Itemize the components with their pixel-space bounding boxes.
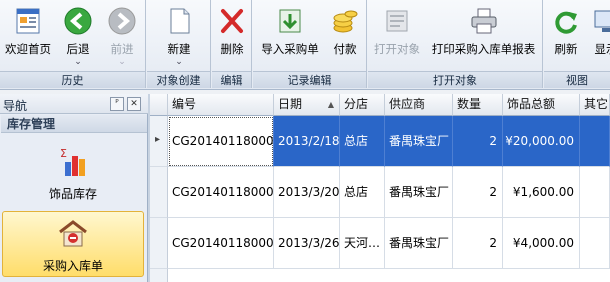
- column-header-date-label: 日期: [278, 97, 303, 111]
- cell-id[interactable]: CG201401180003: [168, 167, 274, 218]
- print-report-button-label: 打印采购入库单报表: [431, 42, 536, 56]
- forward-button-label: 前进: [110, 42, 134, 56]
- close-icon[interactable]: ✕: [127, 97, 141, 111]
- cell-date[interactable]: 2013/3/26: [274, 218, 340, 269]
- back-dropdown-icon[interactable]: ⌄: [56, 57, 100, 67]
- forward-dropdown-icon[interactable]: ⌄: [100, 57, 144, 67]
- refresh-button-label: 刷新: [554, 42, 578, 56]
- new-button-label: 新建: [167, 42, 191, 56]
- ribbon-group-title: 打开对象: [368, 71, 542, 88]
- ribbon-group-edit: 删除 编辑: [212, 0, 252, 88]
- cell-id[interactable]: CG201401180001: [168, 116, 274, 167]
- cell-amount[interactable]: ¥20,000.00: [503, 116, 580, 167]
- delete-button-label: 删除: [220, 42, 244, 56]
- pin-icon[interactable]: ᴾ: [110, 97, 124, 111]
- svg-text:Σ: Σ: [60, 147, 67, 160]
- ribbon-toolbar: 欢迎首页 后退 ⌄ 前进 ⌄ 历史 新建 ⌄ 对象创建 删除 编辑 导入采购单 …: [0, 0, 610, 90]
- ribbon-group-history: 欢迎首页 后退 ⌄ 前进 ⌄ 历史: [0, 0, 146, 88]
- row-indicator-header: [150, 94, 168, 116]
- back-button[interactable]: 后退 ⌄: [56, 2, 100, 70]
- column-header-date[interactable]: 日期 ▲: [274, 94, 340, 116]
- ribbon-group-create: 新建 ⌄ 对象创建: [147, 0, 211, 88]
- row-indicator[interactable]: ▸: [150, 116, 168, 167]
- nav-item-purchase-inbound[interactable]: 采购入库单: [2, 211, 144, 277]
- cell-id[interactable]: CG201401180002: [168, 218, 274, 269]
- column-header-quantity[interactable]: 数量: [453, 94, 503, 116]
- ribbon-group-view: 刷新 显示 视图: [544, 0, 610, 88]
- ribbon-group-title: 对象创建: [147, 71, 210, 88]
- nav-group-inventory[interactable]: 库存管理: [1, 115, 147, 133]
- cell-date[interactable]: 2013/2/18: [274, 116, 340, 167]
- row-indicator[interactable]: [150, 167, 168, 218]
- ribbon-group-title: 编辑: [212, 71, 251, 88]
- row-indicator[interactable]: [150, 269, 168, 282]
- cell-other[interactable]: [580, 167, 610, 218]
- import-purchase-order-button[interactable]: 导入采购单: [255, 2, 325, 70]
- home-icon: [16, 8, 40, 34]
- navigation-pane: 导航 ᴾ ✕ 库存管理 Σ 饰品库存 采购入库单: [0, 94, 148, 282]
- new-dropdown-icon[interactable]: ⌄: [151, 57, 207, 67]
- cell-supplier[interactable]: 番禺珠宝厂: [385, 116, 453, 167]
- import-icon: [279, 9, 301, 33]
- cell-quantity[interactable]: 2: [453, 218, 503, 269]
- arrow-right-icon: [108, 7, 136, 35]
- import-button-label: 导入采购单: [261, 42, 319, 56]
- cell-supplier[interactable]: 番禺珠宝厂: [385, 218, 453, 269]
- refresh-button[interactable]: 刷新: [546, 2, 586, 70]
- navigation-header: 导航 ᴾ ✕: [0, 94, 148, 114]
- warehouse-icon: [59, 220, 87, 247]
- column-header-other[interactable]: 其它: [580, 94, 610, 116]
- row-indicator[interactable]: [150, 218, 168, 269]
- nav-item-jewelry-stock[interactable]: Σ 饰品库存: [2, 140, 144, 206]
- display-icon: [594, 10, 610, 32]
- coins-icon: [333, 10, 358, 33]
- display-button[interactable]: 显示: [586, 2, 610, 70]
- home-button[interactable]: 欢迎首页: [2, 2, 54, 70]
- column-header-amount[interactable]: 饰品总额: [503, 94, 580, 116]
- cell-branch[interactable]: 天河…: [340, 218, 385, 269]
- cell-quantity[interactable]: 2: [453, 116, 503, 167]
- navigation-title: 导航: [3, 99, 28, 113]
- refresh-icon: [555, 11, 577, 34]
- nav-item-label: 饰品库存: [48, 187, 97, 201]
- pay-button[interactable]: 付款: [325, 2, 365, 70]
- cell-other[interactable]: [580, 116, 610, 167]
- sort-ascending-icon: ▲: [327, 100, 334, 109]
- back-button-label: 后退: [66, 42, 90, 56]
- ribbon-group-open-object: 打开对象 打印采购入库单报表 打开对象: [368, 0, 543, 88]
- open-object-button[interactable]: 打开对象: [370, 2, 424, 70]
- ribbon-group-title: 视图: [544, 71, 610, 88]
- column-header-branch[interactable]: 分店: [340, 94, 385, 116]
- ribbon-group-record-edit: 导入采购单 付款 记录编辑: [253, 0, 367, 88]
- printer-icon: [471, 8, 496, 34]
- ribbon-group-title: 历史: [0, 71, 145, 88]
- column-header-id[interactable]: 编号: [168, 94, 274, 116]
- new-button[interactable]: 新建 ⌄: [151, 2, 207, 70]
- forward-button[interactable]: 前进 ⌄: [100, 2, 144, 70]
- cell-amount[interactable]: ¥1,600.00: [503, 167, 580, 218]
- delete-x-icon: [221, 9, 243, 33]
- cell-branch[interactable]: 总店: [340, 167, 385, 218]
- row-pointer-icon: ▸: [155, 134, 161, 145]
- display-button-label: 显示: [594, 42, 610, 56]
- cell-quantity[interactable]: 2: [453, 167, 503, 218]
- purchase-inbound-grid: 编号 日期 ▲ 分店 供应商 数量 饰品总额 其它 ▸ CG2014011800…: [150, 94, 610, 282]
- delete-button[interactable]: 删除: [214, 2, 250, 70]
- cell-date[interactable]: 2013/3/20: [274, 167, 340, 218]
- cell-amount[interactable]: ¥4,000.00: [503, 218, 580, 269]
- home-button-label: 欢迎首页: [5, 42, 51, 56]
- cell-other[interactable]: [580, 218, 610, 269]
- bar-chart-icon: Σ: [60, 147, 85, 176]
- nav-item-label: 采购入库单: [42, 259, 103, 273]
- print-report-button[interactable]: 打印采购入库单报表: [426, 2, 541, 70]
- cell-supplier[interactable]: 番禺珠宝厂: [385, 167, 453, 218]
- column-header-supplier[interactable]: 供应商: [385, 94, 453, 116]
- open-object-icon: [386, 10, 408, 32]
- open-object-button-label: 打开对象: [374, 42, 420, 56]
- cell-branch[interactable]: 总店: [340, 116, 385, 167]
- arrow-left-icon: [64, 7, 92, 35]
- ribbon-group-title: 记录编辑: [253, 71, 366, 88]
- pay-button-label: 付款: [333, 42, 357, 56]
- new-document-icon: [170, 8, 190, 34]
